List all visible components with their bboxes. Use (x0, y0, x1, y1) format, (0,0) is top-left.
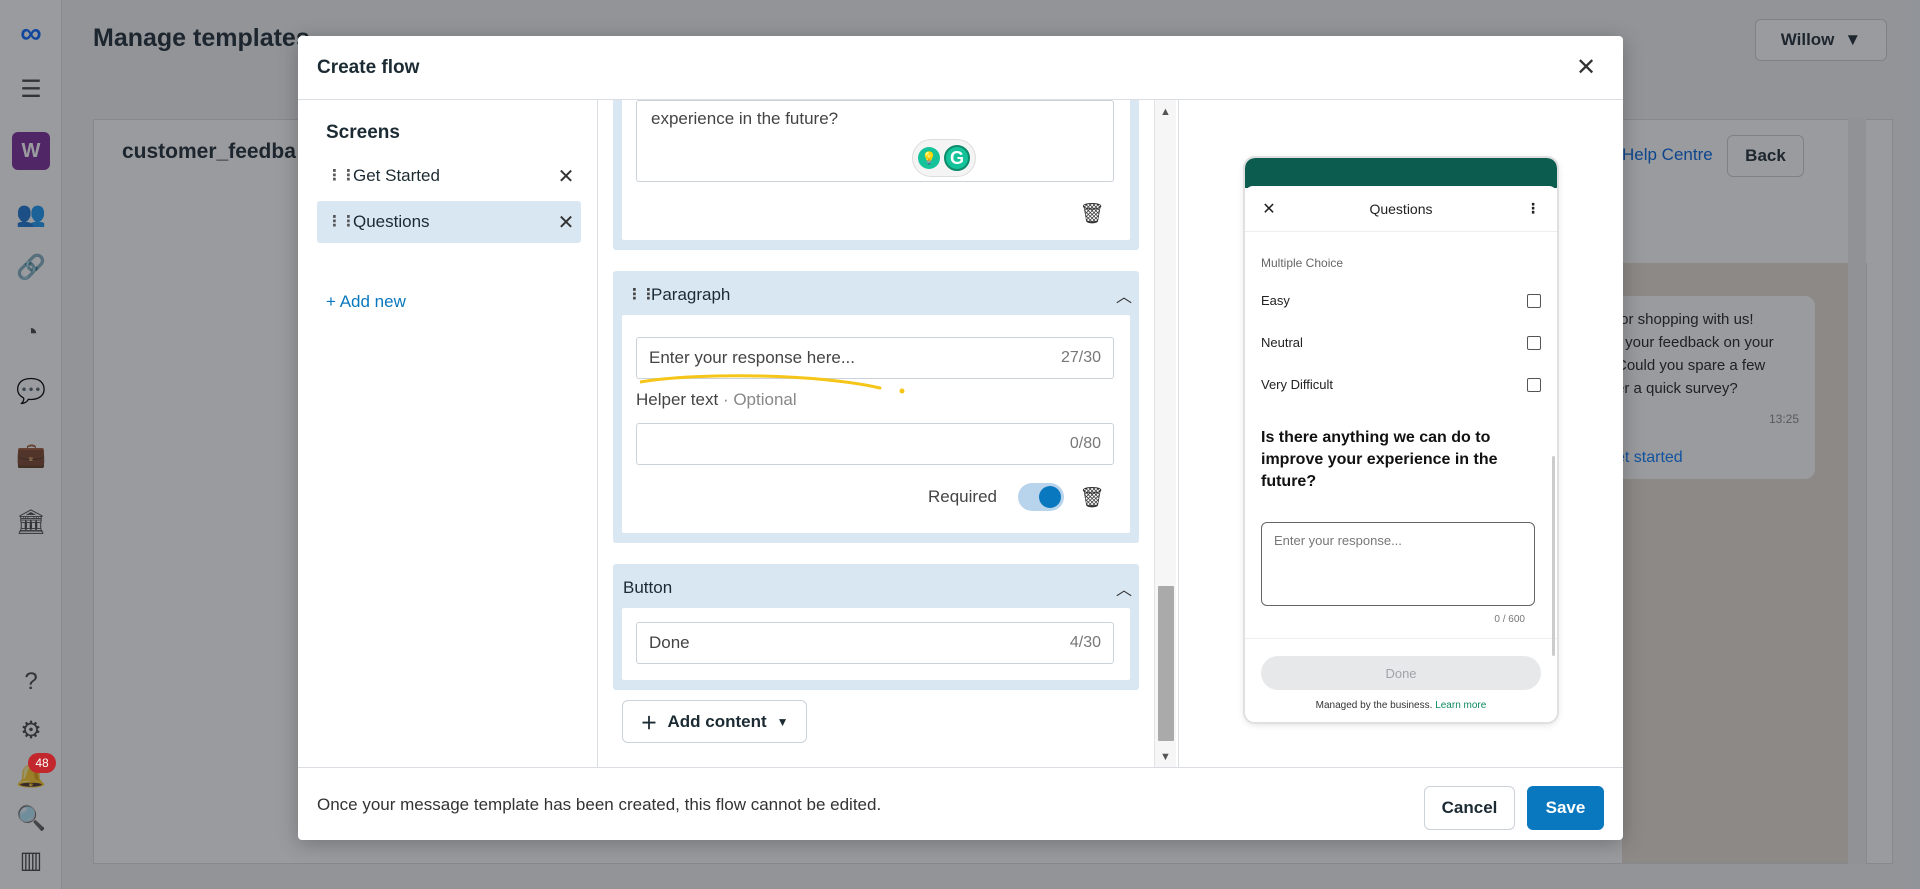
screen-item-label: Questions (353, 212, 430, 231)
learn-more-link[interactable]: Learn more (1435, 700, 1486, 711)
save-button[interactable]: Save (1527, 786, 1604, 830)
add-content-label: Add content (667, 711, 767, 731)
divider (1245, 638, 1557, 639)
option-label: Easy (1261, 293, 1290, 308)
chevron-up-icon[interactable]: ︿ (1109, 283, 1139, 307)
helper-text-input[interactable]: 0/80 (636, 423, 1114, 465)
optional-label: · Optional (722, 390, 797, 409)
helper-text-label: Helper text · Optional (636, 390, 797, 410)
option-label: Very Difficult (1261, 377, 1334, 392)
char-count: 27/30 (1060, 349, 1101, 366)
trash-icon[interactable]: 🗑 (1079, 201, 1104, 225)
drag-handle-icon[interactable]: ⋮⋮ (327, 214, 356, 229)
add-content-button[interactable]: ＋ Add content ▼ (622, 700, 807, 743)
option-row[interactable]: Neutral (1261, 335, 1541, 350)
char-count: 0/80 (1069, 435, 1101, 452)
notification-badge: 48 (28, 753, 56, 773)
placeholder-input-value: Enter your response here... (649, 348, 856, 367)
modal-footer: Once your message template has been crea… (298, 767, 1623, 840)
required-label: Required (928, 487, 997, 506)
button-label-input[interactable]: Done 4/30 (636, 622, 1114, 664)
required-toggle[interactable] (1018, 483, 1064, 511)
paragraph-section: ⋮⋮ Paragraph ︿ Enter your response here.… (613, 271, 1139, 543)
preview-response-textarea[interactable]: Enter your response... (1261, 522, 1535, 606)
trash-icon[interactable]: 🗑 (1079, 485, 1104, 509)
editor-scrollbar[interactable]: ▲ ▼ (1154, 100, 1176, 767)
checkbox[interactable] (1527, 377, 1541, 392)
plus-icon: ＋ (640, 714, 658, 733)
screens-panel: Screens ⋮⋮ Get Started ✕ ⋮⋮ Questions ✕ … (298, 100, 598, 767)
question-section-body: experience in the future? 💡 G 🗑 (622, 100, 1130, 240)
close-icon[interactable]: ✕ (1245, 199, 1293, 219)
screen-item-label: Get Started (353, 166, 440, 185)
chevron-up-icon[interactable]: ︿ (1109, 576, 1139, 600)
preview-panel: ✕ Questions ⋮ Multiple Choice Easy Neutr… (1178, 100, 1622, 767)
grammarly-widget[interactable]: 💡 G (912, 139, 976, 177)
screens-heading: Screens (326, 122, 400, 143)
preview-footer: Managed by the business. Learn more (1245, 700, 1557, 711)
toggle-knob (1039, 486, 1061, 508)
modal-header: Create flow ✕ (298, 36, 1623, 100)
preview-char-count: 0 / 600 (1494, 614, 1525, 625)
bulb-icon[interactable]: 💡 (918, 147, 940, 169)
phone-header-bar (1245, 158, 1557, 188)
button-body: Done 4/30 (622, 608, 1130, 680)
preview-scrollbar (1552, 456, 1555, 656)
footer-note: Once your message template has been crea… (317, 795, 882, 814)
screen-item-questions[interactable]: ⋮⋮ Questions ✕ (317, 201, 581, 243)
option-row[interactable]: Very Difficult (1261, 377, 1541, 392)
helper-label: Helper text (636, 390, 719, 409)
editor-panel: experience in the future? 💡 G 🗑 ⋮⋮ Parag… (599, 100, 1177, 767)
scroll-down-icon[interactable]: ▼ (1160, 751, 1171, 763)
paragraph-header[interactable]: ⋮⋮ Paragraph ︿ (613, 271, 1139, 319)
flow-sheet: ✕ Questions ⋮ Multiple Choice Easy Neutr… (1245, 186, 1557, 722)
question-textarea-value: experience in the future? (651, 109, 839, 128)
add-new-screen-link[interactable]: + Add new (326, 292, 406, 312)
question-textarea[interactable]: experience in the future? 💡 G (636, 100, 1114, 182)
paragraph-body: Enter your response here... 27/30 Helper… (622, 315, 1130, 533)
remove-screen-icon[interactable]: ✕ (551, 210, 581, 235)
caret-down-icon: ▼ (776, 714, 789, 729)
checkbox[interactable] (1527, 335, 1541, 350)
preview-done-button[interactable]: Done (1261, 656, 1541, 690)
placeholder-input[interactable]: Enter your response here... 27/30 (636, 337, 1114, 379)
multiple-choice-label: Multiple Choice (1261, 256, 1344, 270)
button-header-label: Button (623, 578, 673, 597)
option-label: Neutral (1261, 335, 1303, 350)
close-icon[interactable]: ✕ (1571, 52, 1601, 82)
scroll-thumb[interactable] (1158, 586, 1174, 741)
option-row[interactable]: Easy (1261, 293, 1541, 308)
button-section: Button ︿ Done 4/30 (613, 564, 1139, 690)
flow-topbar: ✕ Questions ⋮ (1245, 186, 1557, 232)
drag-handle-icon[interactable]: ⋮⋮ (327, 168, 356, 183)
cancel-button[interactable]: Cancel (1424, 786, 1515, 830)
screen-item-get-started[interactable]: ⋮⋮ Get Started ✕ (317, 155, 581, 197)
phone-preview: ✕ Questions ⋮ Multiple Choice Easy Neutr… (1245, 158, 1557, 722)
question-section: experience in the future? 💡 G 🗑 (613, 100, 1139, 250)
drag-handle-icon[interactable]: ⋮⋮ (627, 287, 656, 302)
button-header[interactable]: Button ︿ (613, 564, 1139, 612)
grammarly-icon[interactable]: G (944, 145, 970, 171)
more-options-icon[interactable]: ⋮ (1509, 200, 1557, 217)
char-count: 4/30 (1069, 634, 1101, 651)
modal-title: Create flow (317, 57, 420, 78)
paragraph-header-label: Paragraph (651, 285, 731, 304)
remove-screen-icon[interactable]: ✕ (551, 164, 581, 189)
checkbox[interactable] (1527, 293, 1541, 308)
flow-title: Questions (1369, 200, 1433, 217)
managed-by-text: Managed by the business. (1315, 700, 1433, 711)
create-flow-modal: Create flow ✕ Screens ⋮⋮ Get Started ✕ ⋮… (298, 36, 1623, 840)
button-label-value: Done (649, 633, 690, 652)
scroll-up-icon[interactable]: ▲ (1160, 106, 1171, 118)
preview-question: Is there anything we can do to improve y… (1261, 429, 1498, 490)
